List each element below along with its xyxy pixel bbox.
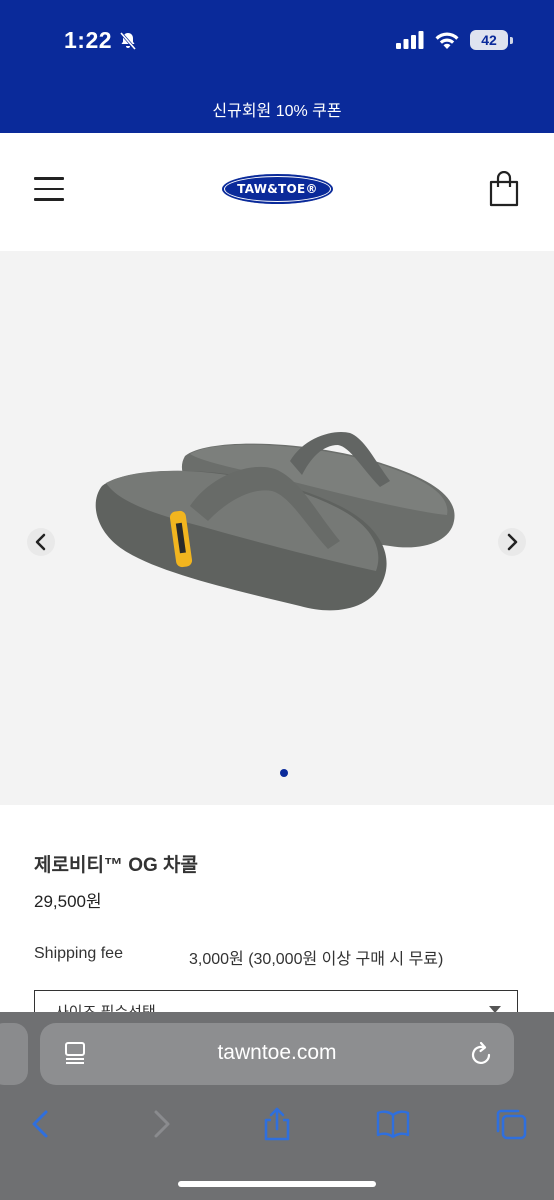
shipping-fee-label: Shipping fee: [34, 945, 123, 962]
wifi-icon: [435, 32, 459, 49]
reload-icon[interactable]: [470, 1041, 494, 1067]
battery-level: 42: [481, 32, 497, 48]
brand-logo[interactable]: TAW&TOE®: [222, 174, 333, 204]
gallery-pagination-dot[interactable]: [280, 769, 288, 777]
gallery-prev-button[interactable]: [27, 528, 55, 556]
address-bar[interactable]: tawntoe.com: [40, 1023, 514, 1085]
book-icon[interactable]: [376, 1107, 410, 1141]
shopping-bag-icon[interactable]: [488, 171, 520, 207]
back-arrow-icon[interactable]: [24, 1107, 58, 1141]
product-price: 29,500원: [34, 892, 102, 911]
home-indicator[interactable]: [178, 1181, 376, 1187]
share-icon[interactable]: [260, 1107, 294, 1141]
previous-tab-preview[interactable]: [0, 1023, 28, 1085]
url-text: tawntoe.com: [217, 1041, 337, 1064]
status-time: 1:22: [64, 27, 138, 54]
tabs-icon[interactable]: [494, 1107, 528, 1141]
promo-text: 신규회원 10% 쿠폰: [212, 103, 342, 120]
site-header: TAW&TOE®: [0, 133, 554, 251]
bell-slash-icon: [119, 31, 137, 50]
forward-arrow-icon[interactable]: [144, 1107, 178, 1141]
browser-toolbar: tawntoe.com: [0, 1012, 554, 1200]
chevron-right-icon: [507, 533, 518, 551]
product-title: 제로비티™ OG 차콜: [34, 855, 198, 876]
product-image: [95, 431, 455, 611]
logo-text: TAW&TOE®: [237, 182, 318, 196]
status-indicators: 42: [396, 30, 513, 50]
product-gallery[interactable]: [0, 251, 554, 805]
shipping-fee-value: 3,000원 (30,000원 이상 구매 시 무료): [189, 951, 444, 968]
gallery-next-button[interactable]: [498, 528, 526, 556]
chevron-left-icon: [35, 533, 46, 551]
battery-indicator: 42: [470, 30, 513, 50]
hamburger-menu-icon[interactable]: [34, 177, 64, 201]
status-bar: 1:22 42: [0, 0, 554, 85]
time-label: 1:22: [64, 27, 113, 53]
promo-banner[interactable]: 신규회원 10% 쿠폰: [0, 85, 554, 133]
signal-bars-icon: [396, 31, 424, 49]
